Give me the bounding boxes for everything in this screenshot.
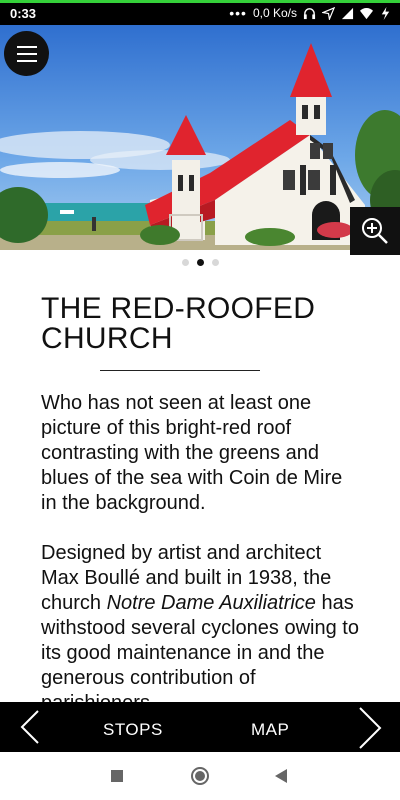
bottom-navigation: STOPS MAP xyxy=(0,702,400,752)
hero-image[interactable] xyxy=(0,25,400,250)
title-line-1: THE RED-ROOFED xyxy=(41,292,316,325)
article-content[interactable]: THE RED-ROOFED CHURCH Who has not seen a… xyxy=(0,280,400,703)
hamburger-icon-line xyxy=(16,52,37,55)
status-time: 0:33 xyxy=(10,6,37,21)
title-line-2: CHURCH xyxy=(41,322,173,355)
status-right-group: ••• 0,0 Ko/s xyxy=(229,5,392,21)
menu-button[interactable] xyxy=(4,31,49,76)
stops-button[interactable]: STOPS xyxy=(103,720,163,740)
headset-icon xyxy=(303,7,316,19)
zoom-in-icon xyxy=(362,218,388,244)
system-navigation-bar xyxy=(0,752,400,800)
notification-dots: ••• xyxy=(229,5,247,21)
back-icon[interactable] xyxy=(275,769,287,783)
recents-icon[interactable] xyxy=(111,770,123,782)
church-name: Notre Dame Auxiliatrice xyxy=(106,592,316,614)
church-photo xyxy=(0,25,400,250)
carousel-dot[interactable] xyxy=(181,259,189,266)
zoom-button[interactable] xyxy=(350,207,400,255)
carousel-dot-active[interactable] xyxy=(196,259,204,266)
chevron-right-icon[interactable] xyxy=(356,706,384,750)
status-bar: 0:33 ••• 0,0 Ko/s xyxy=(0,0,400,25)
status-accent-line xyxy=(0,0,400,3)
hamburger-icon xyxy=(16,45,37,48)
carousel-pager xyxy=(0,259,400,266)
network-speed: 0,0 Ko/s xyxy=(252,6,297,20)
map-button[interactable]: MAP xyxy=(251,720,289,740)
home-icon[interactable] xyxy=(191,767,209,785)
carousel-dot[interactable] xyxy=(211,259,219,266)
page-title: THE RED-ROOFED CHURCH xyxy=(41,294,359,354)
signal-icon xyxy=(341,7,354,19)
paragraph-intro: Who has not seen at least one picture of… xyxy=(41,392,343,514)
wifi-icon xyxy=(360,7,373,19)
location-icon xyxy=(322,6,335,20)
hamburger-icon-line xyxy=(16,59,37,62)
paragraph-history: Designed by artist and architect Max Bou… xyxy=(41,541,359,702)
charging-icon xyxy=(381,6,390,20)
chevron-left-icon[interactable] xyxy=(18,709,42,745)
title-divider xyxy=(100,370,260,371)
